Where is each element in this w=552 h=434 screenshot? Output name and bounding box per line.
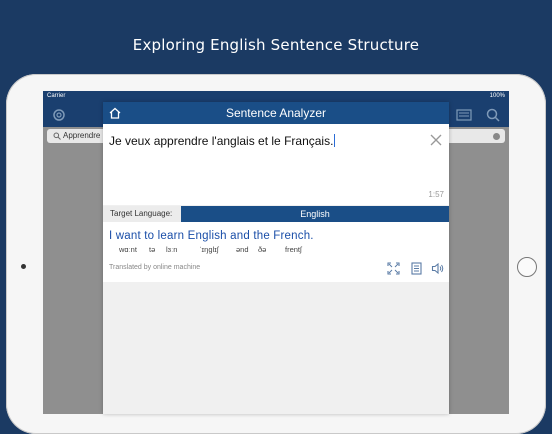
phonetic-word: lɜːn xyxy=(166,245,178,254)
target-language-label: Target Language: xyxy=(110,209,173,218)
status-battery: 100% xyxy=(489,93,505,99)
home-button[interactable] xyxy=(517,257,537,277)
target-language-selector[interactable]: English xyxy=(181,206,449,222)
speaker-icon[interactable] xyxy=(431,262,444,275)
phonetic-word: wɑːnt xyxy=(119,245,137,254)
sentence-input[interactable]: Je veux apprendre l'anglais et le França… xyxy=(103,124,449,205)
close-icon[interactable] xyxy=(430,134,442,146)
search-icon xyxy=(53,132,61,140)
gear-icon[interactable] xyxy=(51,107,67,123)
character-count: 1:57 xyxy=(428,190,444,199)
sentence-analyzer-modal: Sentence Analyzer Je veux apprendre l'an… xyxy=(103,102,449,414)
phonetic-word: frentʃ xyxy=(285,245,302,254)
modal-title: Sentence Analyzer xyxy=(225,106,327,120)
phonetic-word: ənd xyxy=(236,245,249,254)
sentence-input-text: Je veux apprendre l'anglais et le França… xyxy=(109,134,336,148)
target-language-bar: Target Language: English xyxy=(103,206,449,222)
keyboard-icon[interactable] xyxy=(456,108,472,122)
background-search-text: Apprendre xyxy=(63,131,101,140)
text-caret xyxy=(334,134,336,147)
translation-result: I want to learn English and the French. … xyxy=(103,222,449,282)
status-carrier: Carrier xyxy=(47,93,66,99)
clear-icon[interactable] xyxy=(493,133,500,140)
phonetic-word: ðə xyxy=(258,245,267,254)
phonetic-word: tə xyxy=(149,245,156,254)
translation-text: I want to learn English and the French. xyxy=(109,230,314,242)
expand-icon[interactable] xyxy=(387,262,400,275)
camera-dot xyxy=(21,264,26,269)
page-headline: Exploring English Sentence Structure xyxy=(132,36,420,54)
translated-by-note: Translated by online machine xyxy=(109,264,201,271)
modal-header: Sentence Analyzer xyxy=(103,102,449,124)
phonetic-word: ˈɪŋglɪʃ xyxy=(199,245,219,254)
document-icon[interactable] xyxy=(410,262,423,275)
search-icon[interactable] xyxy=(485,107,501,123)
